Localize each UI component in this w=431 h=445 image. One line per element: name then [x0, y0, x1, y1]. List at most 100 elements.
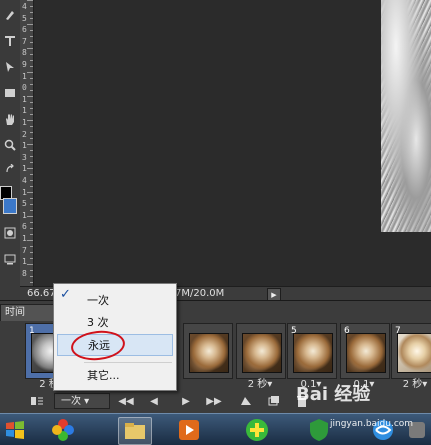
ruler-number: 9: [22, 60, 27, 69]
ruler-tick: [30, 258, 33, 259]
frame-thumbnail: [346, 333, 386, 373]
ruler-number: 7: [22, 245, 27, 255]
ruler-tick: [27, 24, 33, 25]
color-swatches[interactable]: [0, 186, 20, 216]
screen-mode-icon[interactable]: [0, 248, 20, 270]
animation-frame[interactable]: 2 秒▾: [236, 323, 286, 393]
duplicate-frame-icon[interactable]: [266, 393, 282, 409]
ruler-tick: [30, 30, 33, 31]
tween-icon[interactable]: [238, 393, 254, 409]
loop-options-select[interactable]: 一次 ▾: [54, 393, 110, 409]
rectangle-icon[interactable]: [0, 82, 20, 104]
frame-delay[interactable]: 2 秒▾: [391, 378, 431, 392]
ruler-tick: [27, 96, 33, 97]
previous-frame-icon[interactable]: ◀: [146, 393, 162, 409]
ruler-tick: [30, 252, 33, 253]
ruler-tick: [30, 132, 33, 133]
menu-item-other[interactable]: 其它...: [54, 365, 176, 387]
zoom-icon[interactable]: [0, 134, 20, 156]
frame-thumbnail: [293, 333, 333, 373]
ruler-tick: [27, 264, 33, 265]
ruler-tick: [30, 162, 33, 163]
ruler-tick: [30, 186, 33, 187]
ruler-number: 5: [22, 199, 27, 209]
play-icon[interactable]: ▶: [178, 393, 194, 409]
swap-colors-icon[interactable]: [0, 158, 20, 180]
frame-box[interactable]: 6: [340, 323, 390, 379]
quick-mask-icon[interactable]: [0, 222, 20, 244]
ruler-tick: [30, 84, 33, 85]
ruler-number: 1: [22, 164, 27, 174]
ruler-tick: [30, 234, 33, 235]
green-plus-icon[interactable]: [244, 417, 270, 443]
ruler-tick: [30, 60, 33, 61]
ruler-tick: [30, 18, 33, 19]
ruler-number: 8: [22, 48, 27, 58]
ruler-tick: [30, 138, 33, 139]
zoom-level[interactable]: 66.67: [27, 287, 56, 301]
ruler-tick: [30, 282, 33, 283]
first-frame-icon[interactable]: ◀◀: [118, 393, 134, 409]
type-icon[interactable]: [0, 30, 20, 52]
pen-icon[interactable]: [0, 4, 20, 26]
ruler-tick: [30, 276, 33, 277]
ruler-number: 1: [22, 106, 27, 116]
ruler-tick: [30, 174, 33, 175]
ruler-number: 6: [22, 222, 27, 232]
ruler-tick: [27, 72, 33, 73]
ruler-tick: [30, 228, 33, 229]
next-frame-icon[interactable]: ▶▶: [206, 393, 222, 409]
ruler-tick: [27, 48, 33, 49]
tab-timeline[interactable]: 时间: [0, 304, 58, 321]
ruler-tick: [30, 36, 33, 37]
ruler-tick: [30, 246, 33, 247]
file-explorer-icon[interactable]: [118, 417, 152, 445]
frame-thumbnail: [242, 333, 282, 373]
watermark-url: jingyan.baidu.com: [330, 419, 414, 429]
ruler-number: 4: [22, 176, 27, 185]
shield-icon[interactable]: [306, 417, 332, 443]
menu-item-label: 一次: [87, 294, 109, 307]
frame-box[interactable]: 7: [391, 323, 431, 379]
ruler-tick: [30, 150, 33, 151]
ruler-tick: [30, 6, 33, 7]
frame-box[interactable]: 5: [287, 323, 337, 379]
frame-box[interactable]: [183, 323, 233, 379]
menu-divider: [84, 362, 172, 363]
media-player-icon[interactable]: [176, 417, 202, 443]
ruler-tick: [30, 198, 33, 199]
ruler-tick: [30, 12, 33, 13]
ruler-number: 5: [22, 13, 27, 23]
ruler-number: 3: [22, 152, 27, 162]
animation-frame[interactable]: [183, 323, 233, 393]
watermark: Bai 经验: [296, 384, 371, 405]
ruler-tick: [30, 90, 33, 91]
convert-icon[interactable]: [28, 393, 46, 409]
ruler-tick: [27, 144, 33, 145]
flower-app-icon[interactable]: [50, 417, 76, 443]
ruler-tick: [27, 216, 33, 217]
animation-frame[interactable]: 72 秒▾: [391, 323, 431, 393]
taskbar: [0, 413, 431, 445]
document-image: [381, 0, 431, 232]
windows-start-icon[interactable]: [2, 417, 28, 443]
frame-delay[interactable]: 2 秒▾: [236, 378, 284, 392]
ruler-tick: [30, 204, 33, 205]
ruler-number: 7: [22, 36, 27, 46]
path-select-icon[interactable]: [0, 56, 20, 78]
ruler-tick: [30, 66, 33, 67]
menu-item-three-times[interactable]: 3 次: [54, 312, 176, 334]
frame-box[interactable]: [236, 323, 286, 379]
ruler-tick: [30, 42, 33, 43]
ruler-number: 8: [22, 268, 27, 278]
background-color[interactable]: [3, 198, 17, 214]
frame-thumbnail: [397, 333, 431, 373]
ruler-number: 6: [22, 25, 27, 35]
menu-item-once[interactable]: 一次: [54, 290, 176, 312]
canvas-area[interactable]: [34, 0, 431, 286]
vertical-ruler: 456789101112131415161718: [20, 0, 34, 286]
hand-icon[interactable]: [0, 108, 20, 130]
ruler-tick: [27, 240, 33, 241]
ruler-tick: [30, 210, 33, 211]
tools-panel: [0, 0, 21, 300]
